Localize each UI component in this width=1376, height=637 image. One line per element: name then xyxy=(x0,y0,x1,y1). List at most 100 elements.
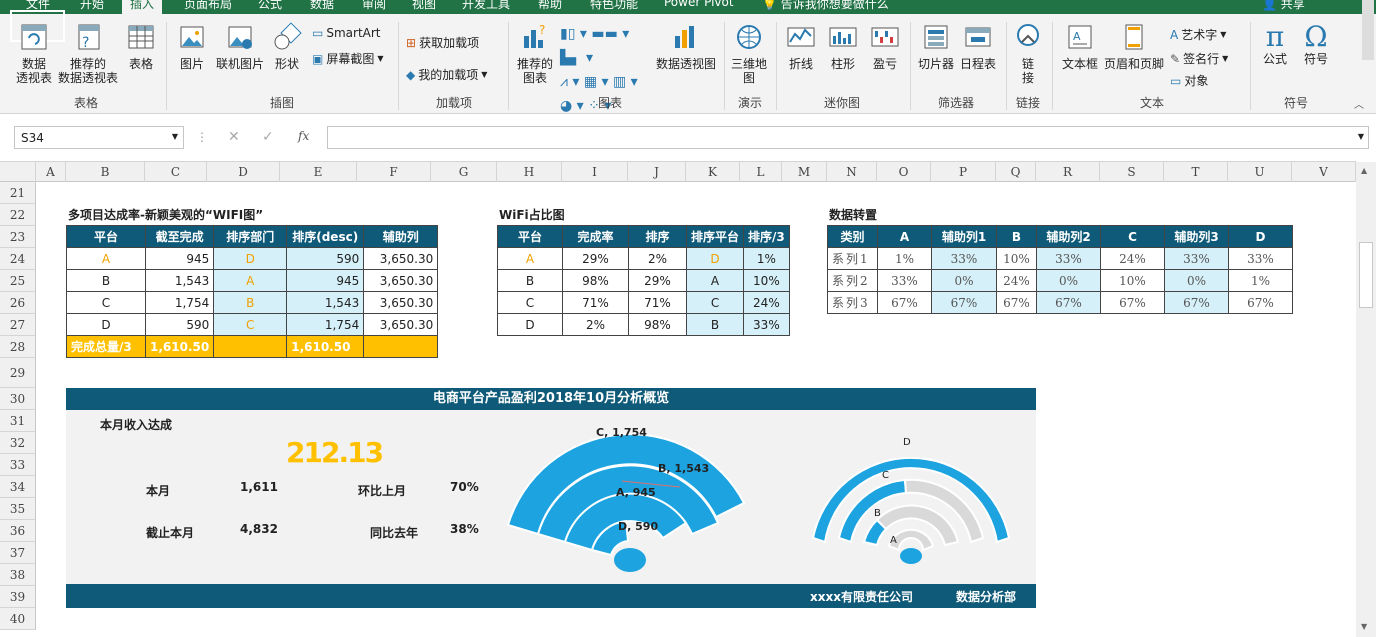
scroll-up-icon[interactable]: ▲ xyxy=(1361,166,1367,175)
enter-icon[interactable]: ✓ xyxy=(262,129,274,145)
table-cell[interactable]: 3,650.30 xyxy=(363,269,439,292)
tab-formulas[interactable]: 公式 xyxy=(258,0,282,12)
column-header[interactable]: J xyxy=(628,162,686,182)
table-cell[interactable]: 67% xyxy=(931,291,997,314)
row-header[interactable]: 33 xyxy=(0,454,36,476)
timeline-button[interactable]: 日程表 xyxy=(958,22,998,71)
table-header[interactable]: B xyxy=(996,225,1037,248)
column-header[interactable]: I xyxy=(562,162,628,182)
table-cell[interactable]: 67% xyxy=(1164,291,1229,314)
table-cell[interactable]: 590 xyxy=(144,313,215,336)
table-header[interactable]: 排序(desc) xyxy=(286,225,365,248)
column-header[interactable]: V xyxy=(1292,162,1356,182)
table-cell[interactable]: 完成总量/3 xyxy=(66,335,146,358)
column-header[interactable]: M xyxy=(782,162,827,182)
column-header[interactable]: B xyxy=(66,162,145,182)
table-cell[interactable]: C xyxy=(685,291,745,314)
tab-help[interactable]: 帮助 xyxy=(538,0,562,12)
pivot-chart-button[interactable]: 数据透视图 xyxy=(654,22,718,71)
table-cell[interactable]: 67% xyxy=(1100,291,1165,314)
row-header[interactable]: 26 xyxy=(0,292,36,314)
sparkline-winloss-button[interactable]: 盈亏 xyxy=(868,22,902,71)
table-cell[interactable]: C xyxy=(213,313,288,336)
row-header[interactable]: 37 xyxy=(0,542,36,564)
tab-view[interactable]: 视图 xyxy=(412,0,436,12)
table-cell[interactable]: 67% xyxy=(877,291,932,314)
row-header[interactable]: 28 xyxy=(0,336,36,358)
row-header[interactable]: 21 xyxy=(0,182,36,204)
column-header[interactable]: H xyxy=(497,162,562,182)
row-header[interactable]: 23 xyxy=(0,226,36,248)
header-footer-button[interactable]: 页眉和页脚 xyxy=(1104,22,1164,71)
table-header[interactable]: A xyxy=(877,225,932,248)
row-header[interactable]: 34 xyxy=(0,476,36,498)
table-header[interactable]: 辅助列3 xyxy=(1164,225,1229,248)
sparkline-line-button[interactable]: 折线 xyxy=(784,22,818,71)
table-header[interactable]: D xyxy=(1228,225,1293,248)
row-header[interactable]: 30 xyxy=(0,388,36,410)
table-header[interactable]: 辅助列 xyxy=(363,225,439,248)
formula-input[interactable]: ▼ xyxy=(327,126,1369,149)
column-header[interactable]: U xyxy=(1228,162,1292,182)
table-cell[interactable]: 1% xyxy=(743,247,790,270)
scroll-down-icon[interactable]: ▼ xyxy=(1361,622,1367,631)
table-header[interactable]: 排序/3 xyxy=(743,225,790,248)
cancel-icon[interactable]: ✕ xyxy=(228,129,240,145)
table-cell[interactable]: 系列3 xyxy=(827,291,878,314)
name-box[interactable]: S34 ▼ xyxy=(14,126,184,149)
picture-button[interactable]: 图片 xyxy=(174,22,210,71)
vertical-scrollbar[interactable]: ▲ ▼ xyxy=(1356,162,1376,637)
table-cell[interactable]: D xyxy=(497,313,563,336)
table-cell[interactable]: 3,650.30 xyxy=(363,291,439,314)
share-button[interactable]: 👤 共享 xyxy=(1262,0,1305,12)
table-cell[interactable]: 10% xyxy=(743,269,790,292)
table-cell[interactable]: 1,754 xyxy=(286,313,365,336)
table-cell[interactable]: 33% xyxy=(1164,247,1229,270)
table-cell[interactable]: 33% xyxy=(1036,247,1101,270)
column-header[interactable]: N xyxy=(827,162,877,182)
table-header[interactable]: 排序部门 xyxy=(213,225,288,248)
table-cell[interactable]: B xyxy=(66,269,146,292)
column-header[interactable]: T xyxy=(1164,162,1228,182)
table-cell[interactable]: A xyxy=(213,269,288,292)
table-cell[interactable]: C xyxy=(497,291,563,314)
table-cell[interactable]: 98% xyxy=(628,313,687,336)
table-header[interactable]: 类别 xyxy=(827,225,878,248)
table-header[interactable]: 辅助列2 xyxy=(1036,225,1101,248)
table-cell[interactable]: 29% xyxy=(562,247,629,270)
table-header[interactable]: C xyxy=(1100,225,1165,248)
column-header[interactable]: E xyxy=(280,162,357,182)
table-cell[interactable]: 67% xyxy=(1228,291,1293,314)
column-header[interactable]: Q xyxy=(996,162,1036,182)
table-cell[interactable]: 1,543 xyxy=(144,269,215,292)
sparkline-column-button[interactable]: 柱形 xyxy=(826,22,860,71)
row-header[interactable]: 24 xyxy=(0,248,36,270)
collapse-ribbon-icon[interactable]: ︿ xyxy=(1354,96,1364,111)
3d-map-button[interactable]: 三维地 图 xyxy=(728,22,770,85)
object-button[interactable]: ▭ 对象 xyxy=(1170,72,1208,89)
tab-review[interactable]: 审阅 xyxy=(362,0,386,12)
row-header[interactable]: 36 xyxy=(0,520,36,542)
row-header[interactable]: 29 xyxy=(0,358,36,388)
row-header[interactable]: 40 xyxy=(0,608,36,630)
get-addins-button[interactable]: ⊞ 获取加载项 xyxy=(406,34,479,51)
table-cell[interactable]: 10% xyxy=(1100,269,1165,292)
table-cell[interactable]: 1,754 xyxy=(144,291,215,314)
table-cell[interactable]: D xyxy=(213,247,288,270)
row-header[interactable]: 35 xyxy=(0,498,36,520)
tab-special[interactable]: 特色功能 xyxy=(590,0,638,12)
shapes-button[interactable]: 形状 xyxy=(270,22,304,71)
table-cell[interactable]: 0% xyxy=(1036,269,1101,292)
table-cell[interactable]: 2% xyxy=(628,247,687,270)
column-header[interactable]: F xyxy=(357,162,431,182)
column-header[interactable]: G xyxy=(431,162,497,182)
table-cell[interactable]: B xyxy=(685,313,745,336)
table-cell[interactable]: 67% xyxy=(1036,291,1101,314)
wifi-chart-2[interactable] xyxy=(806,428,1016,568)
column-header[interactable]: S xyxy=(1100,162,1164,182)
table-cell[interactable]: 1% xyxy=(1228,269,1293,292)
row-header[interactable]: 39 xyxy=(0,586,36,608)
tab-home[interactable]: 开始 xyxy=(80,0,104,12)
tell-me-search[interactable]: 💡 告诉我你想要做什么 xyxy=(762,0,889,12)
table-cell[interactable]: 3,650.30 xyxy=(363,313,439,336)
